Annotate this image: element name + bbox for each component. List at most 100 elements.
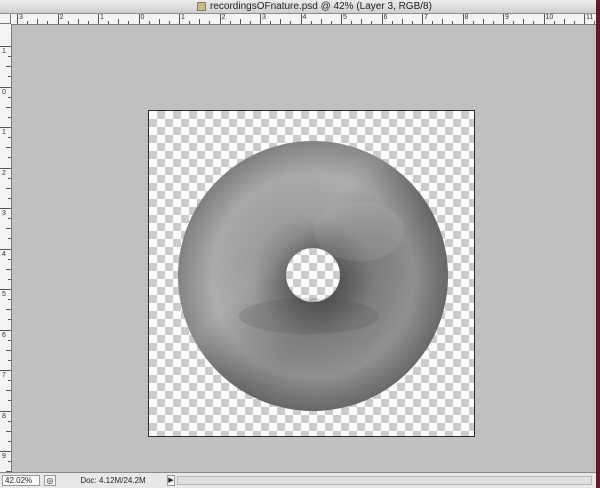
ruler-label: 2: [59, 14, 64, 21]
ruler-minor-tick: [229, 21, 231, 24]
ruler-minor-tick: [391, 21, 393, 24]
ruler-minor-tick: [523, 19, 525, 24]
ruler-minor-tick: [513, 21, 515, 24]
canvas-workspace[interactable]: [12, 25, 596, 472]
ruler-label: 4: [2, 250, 6, 258]
document-window: recordingsOFnature.psd @ 42% (Layer 3, R…: [0, 0, 596, 488]
ruler-minor-tick: [361, 19, 363, 24]
ruler-minor-tick: [8, 461, 11, 463]
status-bar: 42.02% ◎ Doc: 4.12M/24.2M ▶: [0, 472, 596, 488]
ruler-tick: [98, 14, 99, 24]
document-canvas[interactable]: [148, 110, 475, 437]
ruler-minor-tick: [8, 380, 11, 382]
ruler-minor-tick: [472, 21, 474, 24]
document-size-info: Doc: 4.12M/24.2M: [80, 476, 146, 485]
ruler-minor-tick: [482, 19, 484, 24]
ruler-minor-tick: [168, 21, 170, 24]
ruler-minor-tick: [209, 21, 211, 24]
ruler-minor-tick: [6, 309, 11, 311]
ruler-minor-tick: [320, 19, 322, 24]
ruler-label: 2: [2, 169, 6, 177]
horizontal-ruler[interactable]: 3 2 1 0 1 2 3 4 5 6 7 8 9 10 11: [11, 14, 596, 25]
ruler-tick: [503, 14, 504, 24]
zoom-level-field[interactable]: 42.02%: [2, 475, 40, 486]
ruler-label: 4: [302, 14, 307, 21]
ruler-minor-tick: [553, 21, 555, 24]
title-bar[interactable]: recordingsOFnature.psd @ 42% (Layer 3, R…: [0, 0, 596, 14]
ruler-minor-tick: [108, 21, 110, 24]
ruler-minor-tick: [310, 21, 312, 24]
ruler-minor-tick: [249, 21, 251, 24]
ruler-minor-tick: [533, 21, 535, 24]
ruler-minor-tick: [67, 21, 69, 24]
ruler-minor-tick: [8, 258, 11, 260]
ruler-minor-tick: [6, 147, 11, 149]
donut-disc-image: [178, 141, 449, 411]
ruler-minor-tick: [8, 238, 11, 240]
ruler-minor-tick: [8, 218, 11, 220]
horizontal-scrollbar[interactable]: [177, 476, 592, 485]
ruler-minor-tick: [290, 21, 292, 24]
ruler-minor-tick: [189, 21, 191, 24]
ruler-tick: [462, 14, 464, 24]
ruler-minor-tick: [8, 116, 11, 118]
ruler-minor-tick: [239, 19, 241, 24]
ruler-minor-tick: [8, 400, 11, 402]
ruler-minor-tick: [8, 319, 11, 321]
document-icon: [197, 2, 206, 11]
ruler-minor-tick: [452, 21, 454, 24]
ruler-tick: [422, 14, 423, 24]
ruler-minor-tick: [6, 390, 11, 392]
ruler-label: 5: [2, 291, 6, 298]
ruler-minor-tick: [6, 349, 11, 351]
ruler-tick: [138, 14, 140, 24]
ruler-minor-tick: [411, 21, 413, 24]
ruler-tick: [0, 248, 11, 250]
ruler-label: 7: [2, 372, 6, 379]
ruler-minor-tick: [8, 299, 11, 301]
ruler-minor-tick: [330, 21, 332, 24]
ruler-minor-tick: [8, 157, 11, 159]
ruler-tick: [341, 14, 342, 24]
ruler-label: 8: [464, 14, 469, 21]
window-title: recordingsOFnature.psd @ 42% (Layer 3, R…: [210, 1, 432, 12]
ruler-minor-tick: [563, 19, 565, 24]
ruler-minor-tick: [8, 440, 11, 442]
ruler-minor-tick: [158, 19, 160, 24]
ruler-tick: [0, 86, 11, 88]
ruler-label: 0: [2, 88, 6, 96]
ruler-tick: [0, 208, 11, 209]
status-menu-arrow-icon[interactable]: ▶: [167, 475, 175, 486]
ruler-label: 1: [181, 14, 185, 21]
ruler-tick: [584, 14, 585, 24]
ruler-label: 8: [2, 412, 6, 420]
ruler-minor-tick: [280, 19, 282, 24]
ruler-tick: [57, 14, 59, 24]
ruler-minor-tick: [87, 21, 89, 24]
ruler-tick: [17, 14, 18, 24]
ruler-tick: [260, 14, 261, 24]
ruler-tick: [0, 370, 11, 371]
ruler-minor-tick: [371, 21, 373, 24]
ruler-minor-tick: [8, 177, 11, 179]
ruler-minor-tick: [8, 339, 11, 341]
ruler-label: 3: [2, 210, 6, 217]
ruler-minor-tick: [6, 430, 11, 432]
ruler-tick: [0, 46, 11, 47]
ruler-origin[interactable]: [0, 14, 11, 24]
ruler-minor-tick: [270, 21, 272, 24]
ruler-minor-tick: [492, 21, 494, 24]
ruler-minor-tick: [8, 359, 11, 361]
ruler-minor-tick: [8, 137, 11, 139]
ruler-minor-tick: [401, 19, 403, 24]
ruler-tick: [0, 127, 11, 128]
ruler-label: 3: [262, 14, 266, 21]
ruler-label: 6: [2, 331, 6, 339]
preview-icon[interactable]: ◎: [44, 475, 56, 486]
ruler-minor-tick: [47, 21, 49, 24]
ruler-label: 1: [2, 129, 6, 136]
ruler-minor-tick: [573, 21, 575, 24]
ruler-minor-tick: [148, 21, 150, 24]
vertical-ruler[interactable]: 1 0 1 2 3 4 5 6 7 8 9: [0, 24, 12, 472]
ruler-minor-tick: [8, 56, 11, 58]
